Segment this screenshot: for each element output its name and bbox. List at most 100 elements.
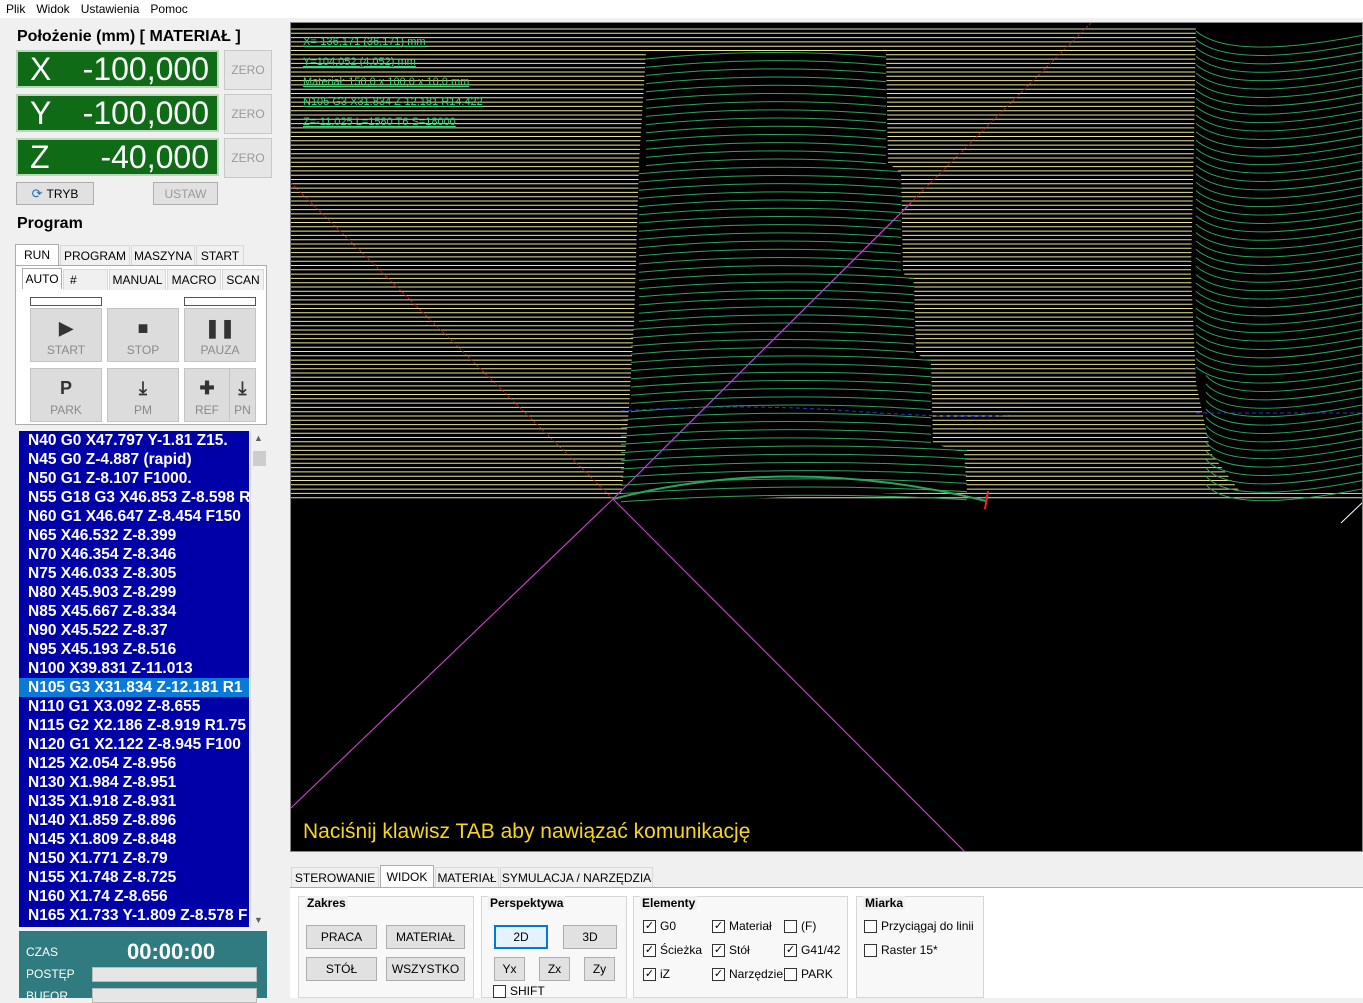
checkbox-box[interactable] <box>784 919 797 933</box>
gcode-list[interactable]: N40 G0 X47.797 Y-1.81 Z15. N45 G0 Z-4.887… <box>19 431 249 927</box>
gcode-line[interactable]: N70 X46.354 Z-8.346 <box>19 545 249 564</box>
ref-button[interactable]: ✚ REF <box>184 368 230 422</box>
tab-material[interactable]: MATERIAŁ <box>435 867 499 888</box>
checkbox-box[interactable]: ✓ <box>784 943 797 957</box>
gcode-line[interactable]: N105 G3 X31.834 Z-12.181 R1 <box>19 678 249 697</box>
subtab-auto[interactable]: AUTO <box>22 268 62 289</box>
gcode-line[interactable]: N40 G0 X47.797 Y-1.81 Z15. <box>19 431 249 450</box>
view-yx-button[interactable]: Yx <box>494 957 525 981</box>
stop-button[interactable]: ■ STOP <box>107 308 179 362</box>
scroll-up-icon[interactable]: ▲ <box>254 433 263 443</box>
gcode-line[interactable]: N50 G1 Z-8.107 F1000. <box>19 469 249 488</box>
raster-checkbox[interactable]: Raster 15* <box>864 943 938 957</box>
elementy-checkbox[interactable]: ✓ G0 <box>643 919 676 933</box>
tab-run[interactable]: RUN <box>15 244 59 265</box>
praca-button[interactable]: PRACA <box>306 925 377 949</box>
gcode-line[interactable]: N120 G1 X2.122 Z-8.945 F100 <box>19 735 249 754</box>
stol-button[interactable]: STÓŁ <box>306 957 377 981</box>
elementy-checkbox[interactable]: ✓ iZ <box>643 967 670 981</box>
gcode-line[interactable]: N55 G18 G3 X46.853 Z-8.598 R <box>19 488 249 507</box>
gcode-line[interactable]: N150 X1.771 Z-8.79 <box>19 849 249 868</box>
gcode-line[interactable]: N145 X1.809 Z-8.848 <box>19 830 249 849</box>
pauza-button[interactable]: ❚❚ PAUZA <box>184 308 256 362</box>
przyciagaj-checkbox[interactable]: Przyciągaj do linii <box>864 919 974 933</box>
gcode-line[interactable]: N140 X1.859 Z-8.896 <box>19 811 249 830</box>
gcode-line[interactable]: N60 G1 X46.647 Z-8.454 F150 <box>19 507 249 526</box>
gcode-line[interactable]: N110 G1 X3.092 Z-8.655 <box>19 697 249 716</box>
gcode-line[interactable]: N135 X1.918 Z-8.931 <box>19 792 249 811</box>
pn-button[interactable]: ⤓ PN <box>229 368 256 422</box>
hud-z: Z=-11,025 L=1580 T6 S=18000 <box>303 116 456 128</box>
gcode-line[interactable]: N130 X1.984 Z-8.951 <box>19 773 249 792</box>
tab-widok[interactable]: WIDOK <box>380 865 434 888</box>
gcode-scrollbar[interactable]: ▲ ▼ <box>250 431 267 927</box>
tab-start[interactable]: START <box>196 245 244 266</box>
elementy-checkbox[interactable]: ✓ Narzędzie <box>712 967 783 981</box>
tab-maszyna[interactable]: MASZYNA <box>131 245 195 266</box>
start-button[interactable]: ▶ START <box>30 308 102 362</box>
menu-plik[interactable]: Plik <box>0 0 30 18</box>
menu-widok[interactable]: Widok <box>30 0 74 18</box>
tab-program[interactable]: PROGRAM <box>60 245 130 266</box>
elementy-checkbox[interactable]: ✓ Ścieżka <box>643 943 702 957</box>
raster-checkbox-box[interactable] <box>864 943 877 957</box>
gcode-line[interactable]: N100 X39.831 Z-11.013 <box>19 659 249 678</box>
checkbox-box[interactable]: ✓ <box>643 943 656 957</box>
scroll-thumb[interactable] <box>253 451 266 466</box>
gcode-line[interactable]: N45 G0 Z-4.887 (rapid) <box>19 450 249 469</box>
pm-button[interactable]: ⤓ PM <box>107 368 179 422</box>
tryb-button[interactable]: ⟳ TRYB <box>16 182 94 205</box>
checkbox-box[interactable]: ✓ <box>712 967 725 981</box>
view-zy-button[interactable]: Zy <box>584 957 615 981</box>
elementy-checkbox[interactable]: ✓ Materiał <box>712 919 772 933</box>
checkbox-box[interactable]: ✓ <box>643 967 656 981</box>
gcode-line[interactable]: N165 X1.733 Y-1.809 Z-8.578 F <box>19 906 249 925</box>
subtab-hash[interactable]: # <box>63 269 108 290</box>
checkbox-box[interactable]: ✓ <box>643 919 656 933</box>
menu-ustawienia[interactable]: Ustawienia <box>75 0 145 18</box>
view-2d-button[interactable]: 2D <box>494 925 548 949</box>
subtab-scan[interactable]: SCAN <box>222 269 264 290</box>
subtab-macro[interactable]: MACRO <box>167 269 221 290</box>
material-button[interactable]: MATERIAŁ <box>386 925 465 949</box>
gcode-line[interactable]: N75 X46.033 Z-8.305 <box>19 564 249 583</box>
przyciagaj-label: Przyciągaj do linii <box>881 919 974 933</box>
gcode-line[interactable]: N80 X45.903 Z-8.299 <box>19 583 249 602</box>
subtab-manual[interactable]: MANUAL <box>109 269 166 290</box>
wszystko-button[interactable]: WSZYSTKO <box>386 957 465 981</box>
view-3d-button[interactable]: 3D <box>563 925 617 949</box>
gcode-line[interactable]: N155 X1.748 Z-8.725 <box>19 868 249 887</box>
elementy-checkbox[interactable]: (F) <box>784 919 816 933</box>
white-axis-mark <box>1340 502 1362 524</box>
toolpath-viewport[interactable]: X=-136,171 (36,171) mm Y=104,052 (4,052)… <box>290 22 1363 852</box>
przyciagaj-checkbox-box[interactable] <box>864 919 877 933</box>
elementy-title: Elementy <box>640 896 698 910</box>
checkbox-box[interactable] <box>784 967 797 981</box>
zero-x-button[interactable]: ZERO <box>224 50 272 90</box>
scroll-down-icon[interactable]: ▼ <box>254 915 263 925</box>
checkbox-label: Materiał <box>729 919 772 933</box>
gcode-line[interactable]: N65 X46.532 Z-8.399 <box>19 526 249 545</box>
ustaw-button[interactable]: USTAW <box>153 182 218 205</box>
menu-pomoc[interactable]: Pomoc <box>144 0 192 18</box>
elementy-checkbox[interactable]: ✓ G41/42 <box>784 943 840 957</box>
zero-z-button[interactable]: ZERO <box>224 138 272 178</box>
gcode-line[interactable]: N115 G2 X2.186 Z-8.919 R1.75 <box>19 716 249 735</box>
zero-y-button[interactable]: ZERO <box>224 94 272 134</box>
gcode-line[interactable]: N90 X45.522 Z-8.37 <box>19 621 249 640</box>
gcode-line[interactable]: N95 X45.193 Z-8.516 <box>19 640 249 659</box>
tab-sterowanie[interactable]: STEROWANIE <box>291 867 379 888</box>
elementy-checkbox[interactable]: ✓ Stół <box>712 943 750 957</box>
gcode-line[interactable]: N160 X1.74 Z-8.656 <box>19 887 249 906</box>
hud-current-line: N105 G3 X31.834 Z-12.181 R14.422 <box>303 96 483 108</box>
view-zx-button[interactable]: Zx <box>539 957 570 981</box>
gcode-line[interactable]: N125 X2.054 Z-8.956 <box>19 754 249 773</box>
tab-symulacja[interactable]: SYMULACJA / NARZĘDZIA <box>500 867 653 888</box>
checkbox-box[interactable]: ✓ <box>712 919 725 933</box>
elementy-checkbox[interactable]: PARK <box>784 967 833 981</box>
park-button[interactable]: P PARK <box>30 368 102 422</box>
shift-checkbox[interactable]: SHIFT <box>493 984 545 998</box>
gcode-line[interactable]: N85 X45.667 Z-8.334 <box>19 602 249 621</box>
checkbox-box[interactable]: ✓ <box>712 943 725 957</box>
shift-checkbox-box[interactable] <box>493 984 506 998</box>
